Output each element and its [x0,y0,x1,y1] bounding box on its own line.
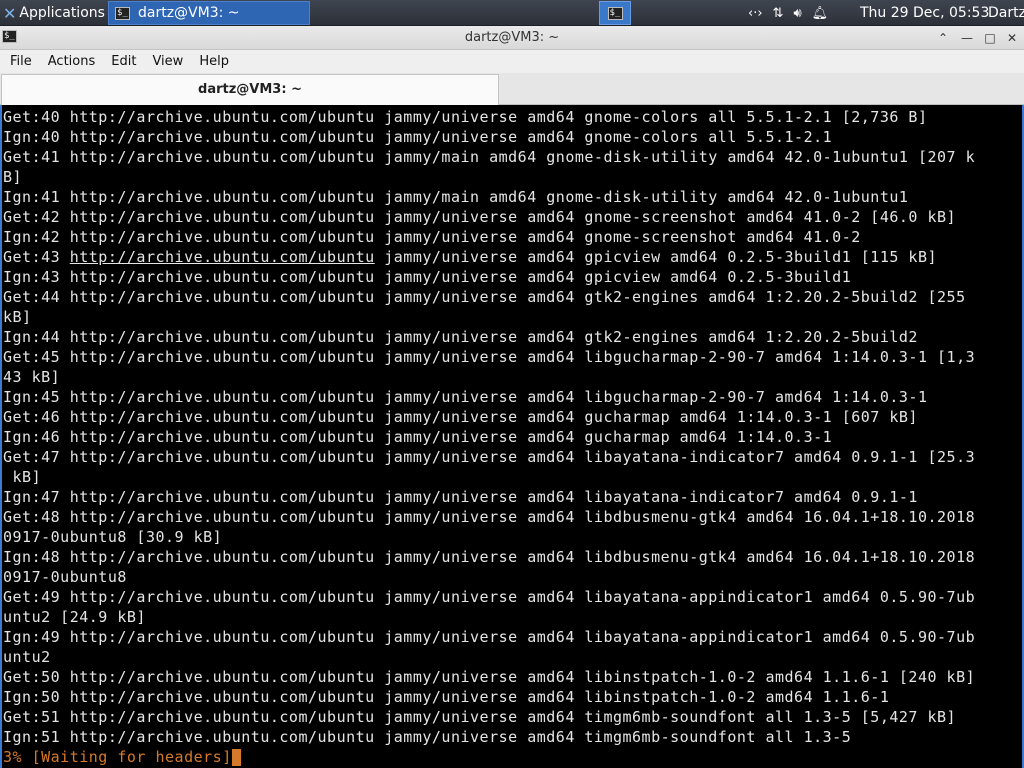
terminal-line: Ign:45 http://archive.ubuntu.com/ubuntu … [3,388,928,406]
terminal-line: Ign:42 http://archive.ubuntu.com/ubuntu … [3,228,861,246]
terminal-line: untu2 [3,648,51,666]
network-arrows-icon[interactable]: ⇅ [773,6,784,21]
menu-help[interactable]: Help [191,50,237,73]
applications-menu[interactable]: ✕ Applications [0,0,108,26]
bell-icon[interactable]: 🔔︎ [812,6,829,21]
menu-edit[interactable]: Edit [103,50,144,73]
terminal-line: Get:46 http://archive.ubuntu.com/ubuntu … [3,408,918,426]
terminal-line: Get:48 http://archive.ubuntu.com/ubuntu … [3,508,976,526]
network-code-icon[interactable]: ‹·› [748,6,763,21]
terminal-line: Get:43 http://archive.ubuntu.com/ubuntu … [3,248,938,266]
applications-label: Applications [19,5,105,21]
terminal-line: 0917-0ubuntu8 [3,568,127,586]
terminal-line: B] [3,168,23,186]
terminal-line: Ign:46 http://archive.ubuntu.com/ubuntu … [3,428,833,446]
terminal-line: Ign:41 http://archive.ubuntu.com/ubuntu … [3,188,909,206]
terminal-line: Get:51 http://archive.ubuntu.com/ubuntu … [3,708,957,726]
terminal-lines: Get:40 http://archive.ubuntu.com/ubuntu … [2,107,1022,767]
taskbar-item-label: dartz@VM3: ~ [138,5,240,21]
menubar: File Actions Edit View Help [0,50,1024,73]
terminal-line: Get:42 http://archive.ubuntu.com/ubuntu … [3,208,957,226]
terminal-line: Ign:44 http://archive.ubuntu.com/ubuntu … [3,328,918,346]
terminal-line: Ign:50 http://archive.ubuntu.com/ubuntu … [3,688,890,706]
terminal-line: kB] [3,308,32,326]
terminal-icon: $_ [607,6,623,20]
terminal-line: Get:45 http://archive.ubuntu.com/ubuntu … [3,348,976,366]
minimize-button[interactable]: — [958,28,976,48]
user-menu[interactable]: Dartz [988,0,1024,26]
tab-bar: dartz@VM3: ~ [0,73,1024,105]
menu-view[interactable]: View [144,50,191,73]
volume-icon[interactable]: 🔊︎ [793,6,801,21]
terminal-line: Ign:47 http://archive.ubuntu.com/ubuntu … [3,488,918,506]
terminal-icon: $_ [115,6,130,20]
taskbar-item-terminal[interactable]: $_ dartz@VM3: ~ [108,1,310,25]
close-button[interactable]: ✕ [1003,28,1021,48]
workspace-switcher[interactable]: $_ [599,1,631,25]
menu-actions[interactable]: Actions [40,50,104,73]
tab-terminal[interactable]: dartz@VM3: ~ [1,74,499,105]
terminal-line: Get:47 http://archive.ubuntu.com/ubuntu … [3,448,976,466]
terminal-line: untu2 [24.9 kB] [3,608,146,626]
text-cursor [231,749,241,766]
terminal-line: Ign:48 http://archive.ubuntu.com/ubuntu … [3,548,976,566]
progress-status-text: 3% [Waiting for headers] [3,748,232,766]
menu-file[interactable]: File [2,50,40,73]
terminal-line: kB] [3,468,42,486]
clock[interactable]: Thu 29 Dec, 05:53 [860,0,989,26]
window-title: dartz@VM3: ~ [464,30,560,45]
terminal-line: Get:44 http://archive.ubuntu.com/ubuntu … [3,288,966,306]
hovered-link[interactable]: http://archive.ubuntu.com/ubuntu [70,248,375,266]
terminal-line: Get:50 http://archive.ubuntu.com/ubuntu … [3,668,976,686]
terminal-line: Ign:49 http://archive.ubuntu.com/ubuntu … [3,628,976,646]
terminal-line: 43 kB] [3,368,61,386]
terminal-line: Get:41 http://archive.ubuntu.com/ubuntu … [3,148,976,166]
top-panel: ✕ Applications $_ dartz@VM3: ~ $_ ‹·› ⇅ … [0,0,1024,26]
terminal-output[interactable]: Get:40 http://archive.ubuntu.com/ubuntu … [0,105,1022,768]
progress-status: 3% [Waiting for headers] [2,747,1022,767]
terminal-line: Get:49 http://archive.ubuntu.com/ubuntu … [3,588,976,606]
terminal-line: 0917-0ubuntu8 [30.9 kB] [3,528,223,546]
maximize-button[interactable]: □ [981,28,999,48]
shade-button[interactable]: ⌃ [934,28,952,48]
terminal-line: Ign:40 http://archive.ubuntu.com/ubuntu … [3,128,833,146]
system-tray: ‹·› ⇅ 🔊︎ 🔔︎ [748,0,838,26]
terminal-line: Ign:51 http://archive.ubuntu.com/ubuntu … [3,728,852,746]
terminal-line: Ign:43 http://archive.ubuntu.com/ubuntu … [3,268,852,286]
terminal-line: Get:40 http://archive.ubuntu.com/ubuntu … [3,108,928,126]
xfce-logo-icon: ✕ [3,3,17,23]
window-titlebar[interactable]: $_ dartz@VM3: ~ ⌃ — □ ✕ [0,26,1024,50]
